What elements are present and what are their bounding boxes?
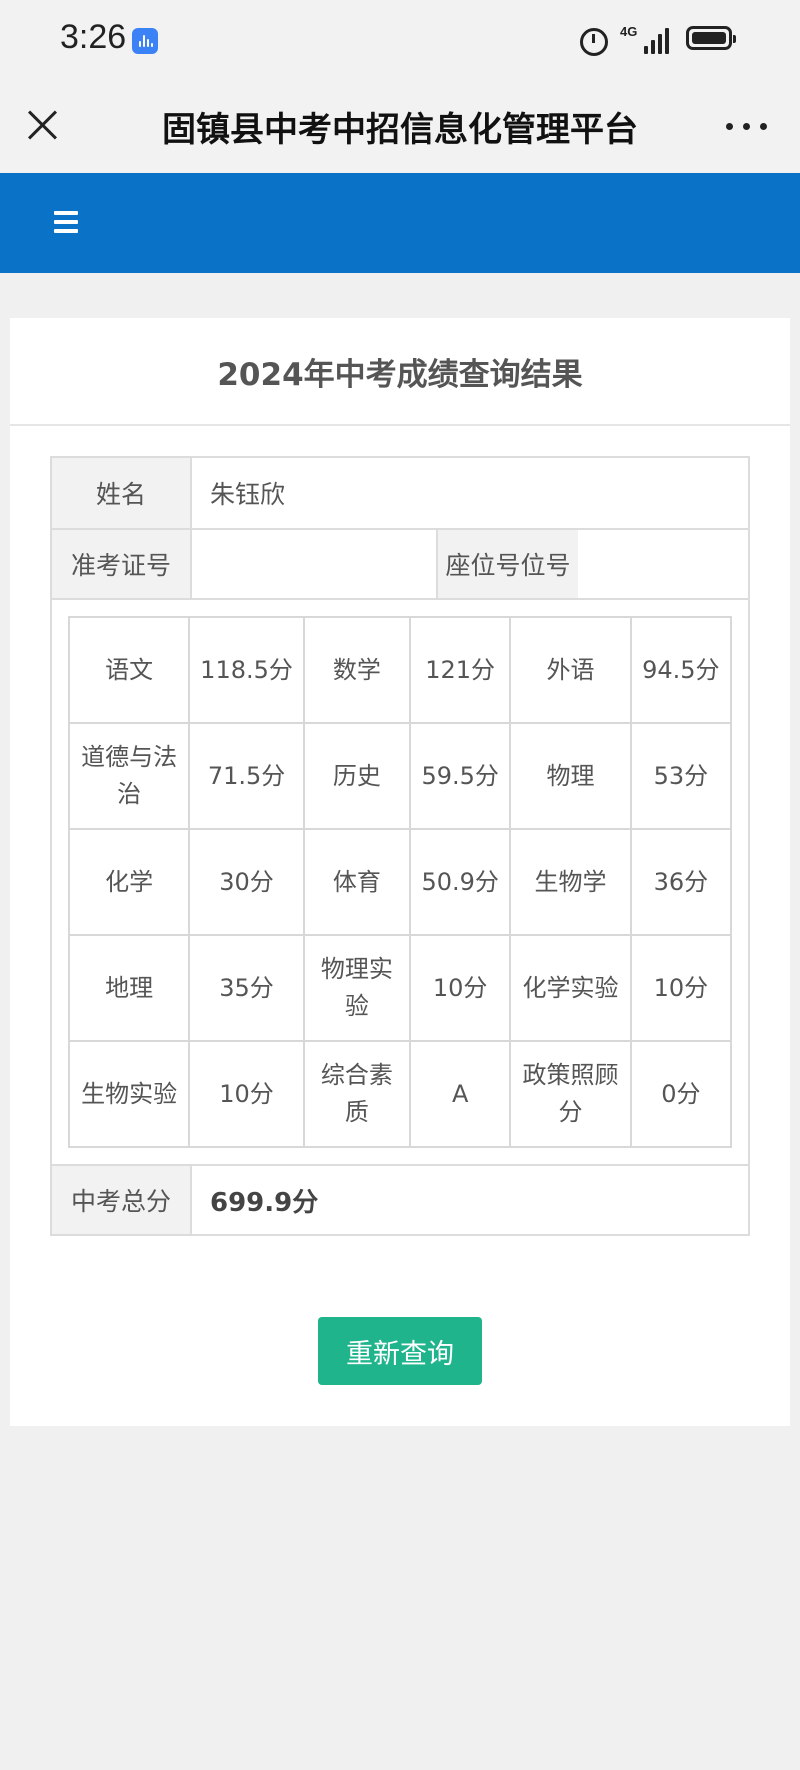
score-cell: 10分	[629, 934, 733, 1042]
score-cell: 35分	[188, 934, 305, 1042]
subject-cell: 化学	[67, 828, 191, 936]
score-row: 语文 118.5分 数学 121分 外语 94.5分	[67, 616, 733, 724]
card-title: 2024年中考成绩查询结果	[217, 356, 583, 393]
name-row: 姓名 朱钰欣	[52, 458, 748, 530]
subject-cell: 地理	[67, 934, 191, 1042]
menu-icon[interactable]	[54, 211, 78, 233]
score-cell: 94.5分	[629, 616, 733, 724]
result-card: 2024年中考成绩查询结果 姓名 朱钰欣 准考证号 座位号位号 语文 118.5…	[10, 318, 790, 1426]
voice-recorder-icon	[132, 28, 158, 54]
subject-cell: 历史	[302, 722, 412, 830]
seat-value	[578, 530, 748, 598]
score-row: 地理 35分 物理实验 10分 化学实验 10分	[67, 934, 733, 1042]
battery-icon	[686, 26, 736, 50]
status-bar: 3:26 4G	[0, 0, 800, 80]
score-cell: 0分	[629, 1040, 733, 1148]
nav-bar	[0, 173, 800, 273]
subject-cell: 生物实验	[67, 1040, 191, 1148]
exam-id-row: 准考证号 座位号位号	[52, 530, 748, 600]
score-cell: 53分	[629, 722, 733, 830]
score-cell: 59.5分	[409, 722, 512, 830]
page-title: 固镇县中考中招信息化管理平台	[162, 110, 638, 150]
subject-cell: 生物学	[509, 828, 632, 936]
result-table: 姓名 朱钰欣 准考证号 座位号位号 语文 118.5分 数学 121分 外语 9…	[50, 456, 750, 1236]
total-row: 中考总分 699.9分	[52, 1166, 748, 1234]
subject-cell: 物理实验	[302, 934, 412, 1042]
status-indicators: 4G	[580, 22, 740, 58]
score-cell: 71.5分	[188, 722, 305, 830]
subject-cell: 数学	[302, 616, 412, 724]
score-cell: A	[409, 1040, 512, 1148]
subject-cell: 外语	[509, 616, 632, 724]
scores-section: 语文 118.5分 数学 121分 外语 94.5分 道德与法治 71.5分 历…	[52, 600, 748, 1166]
score-row: 道德与法治 71.5分 历史 59.5分 物理 53分	[67, 722, 733, 830]
subject-cell: 体育	[302, 828, 412, 936]
exam-id-value	[192, 530, 438, 598]
total-label: 中考总分	[52, 1166, 192, 1234]
score-cell: 30分	[188, 828, 305, 936]
name-label: 姓名	[52, 458, 192, 528]
exam-id-label: 准考证号	[52, 530, 192, 598]
scores-table: 语文 118.5分 数学 121分 外语 94.5分 道德与法治 71.5分 历…	[67, 616, 733, 1148]
subject-cell: 综合素质	[302, 1040, 412, 1148]
score-row: 化学 30分 体育 50.9分 生物学 36分	[67, 828, 733, 936]
score-cell: 10分	[409, 934, 512, 1042]
score-cell: 121分	[409, 616, 512, 724]
card-header: 2024年中考成绩查询结果	[10, 318, 790, 426]
name-value: 朱钰欣	[210, 480, 286, 509]
close-icon[interactable]	[22, 104, 62, 144]
subject-cell: 语文	[67, 616, 191, 724]
seat-label: 座位号位号	[438, 530, 578, 598]
score-cell: 36分	[629, 828, 733, 936]
network-type: 4G	[620, 24, 638, 39]
status-time: 3:26	[60, 18, 127, 56]
title-bar: 固镇县中考中招信息化管理平台	[0, 80, 800, 172]
requery-button[interactable]: 重新查询	[318, 1317, 482, 1385]
subject-cell: 化学实验	[509, 934, 632, 1042]
subject-cell: 道德与法治	[67, 722, 191, 830]
signal-icon	[644, 26, 674, 54]
alarm-icon	[580, 28, 608, 56]
more-options-icon[interactable]	[724, 108, 770, 144]
score-cell: 10分	[188, 1040, 305, 1148]
subject-cell: 政策照顾分	[509, 1040, 632, 1148]
subject-cell: 物理	[509, 722, 632, 830]
score-cell: 118.5分	[188, 616, 305, 724]
total-value: 699.9分	[210, 1187, 319, 1218]
score-row: 生物实验 10分 综合素质 A 政策照顾分 0分	[67, 1040, 733, 1148]
score-cell: 50.9分	[409, 828, 512, 936]
